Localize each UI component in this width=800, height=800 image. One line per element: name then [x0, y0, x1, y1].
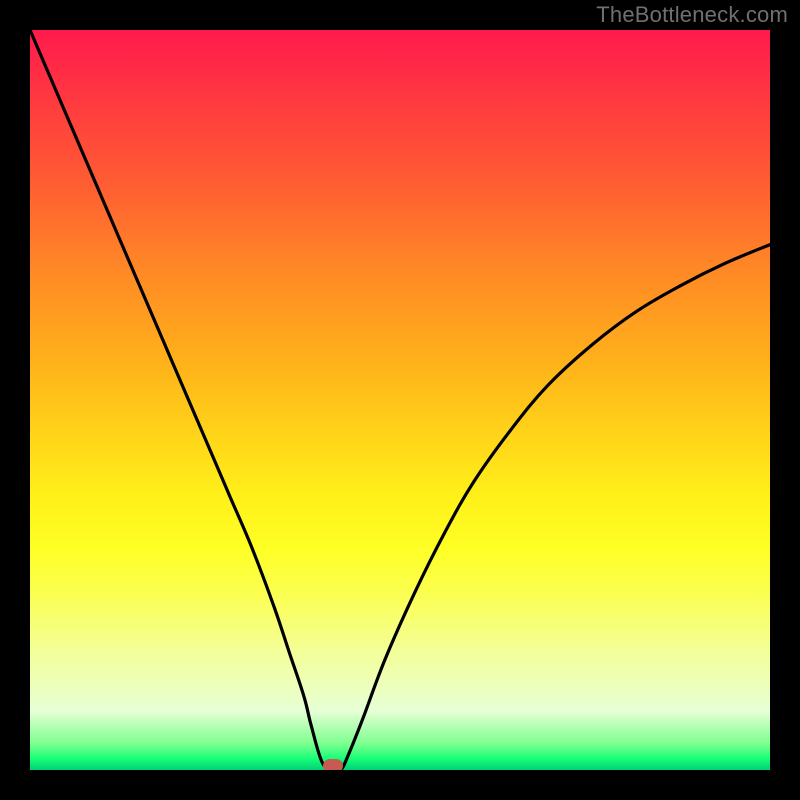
optimal-marker — [323, 759, 343, 770]
curve-svg — [30, 30, 770, 770]
bottleneck-curve — [30, 30, 770, 770]
plot-area — [30, 30, 770, 770]
chart-frame: TheBottleneck.com — [0, 0, 800, 800]
watermark-text: TheBottleneck.com — [596, 2, 788, 28]
